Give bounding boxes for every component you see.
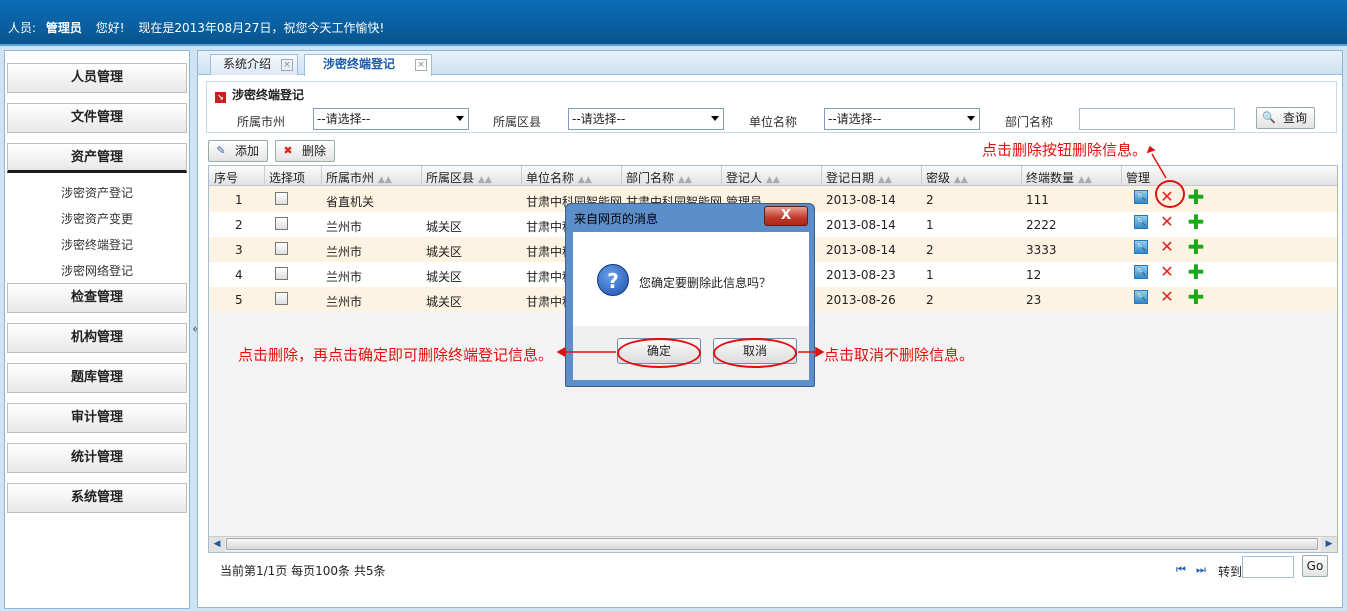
annotation-right: 点击取消不删除信息。 bbox=[824, 346, 975, 364]
annotation-arrows bbox=[556, 145, 1167, 358]
annotation-top: 点击删除按钮删除信息。 bbox=[982, 141, 1148, 159]
annotation-left: 点击删除，再点击确定即可删除终端登记信息。 bbox=[238, 346, 554, 364]
